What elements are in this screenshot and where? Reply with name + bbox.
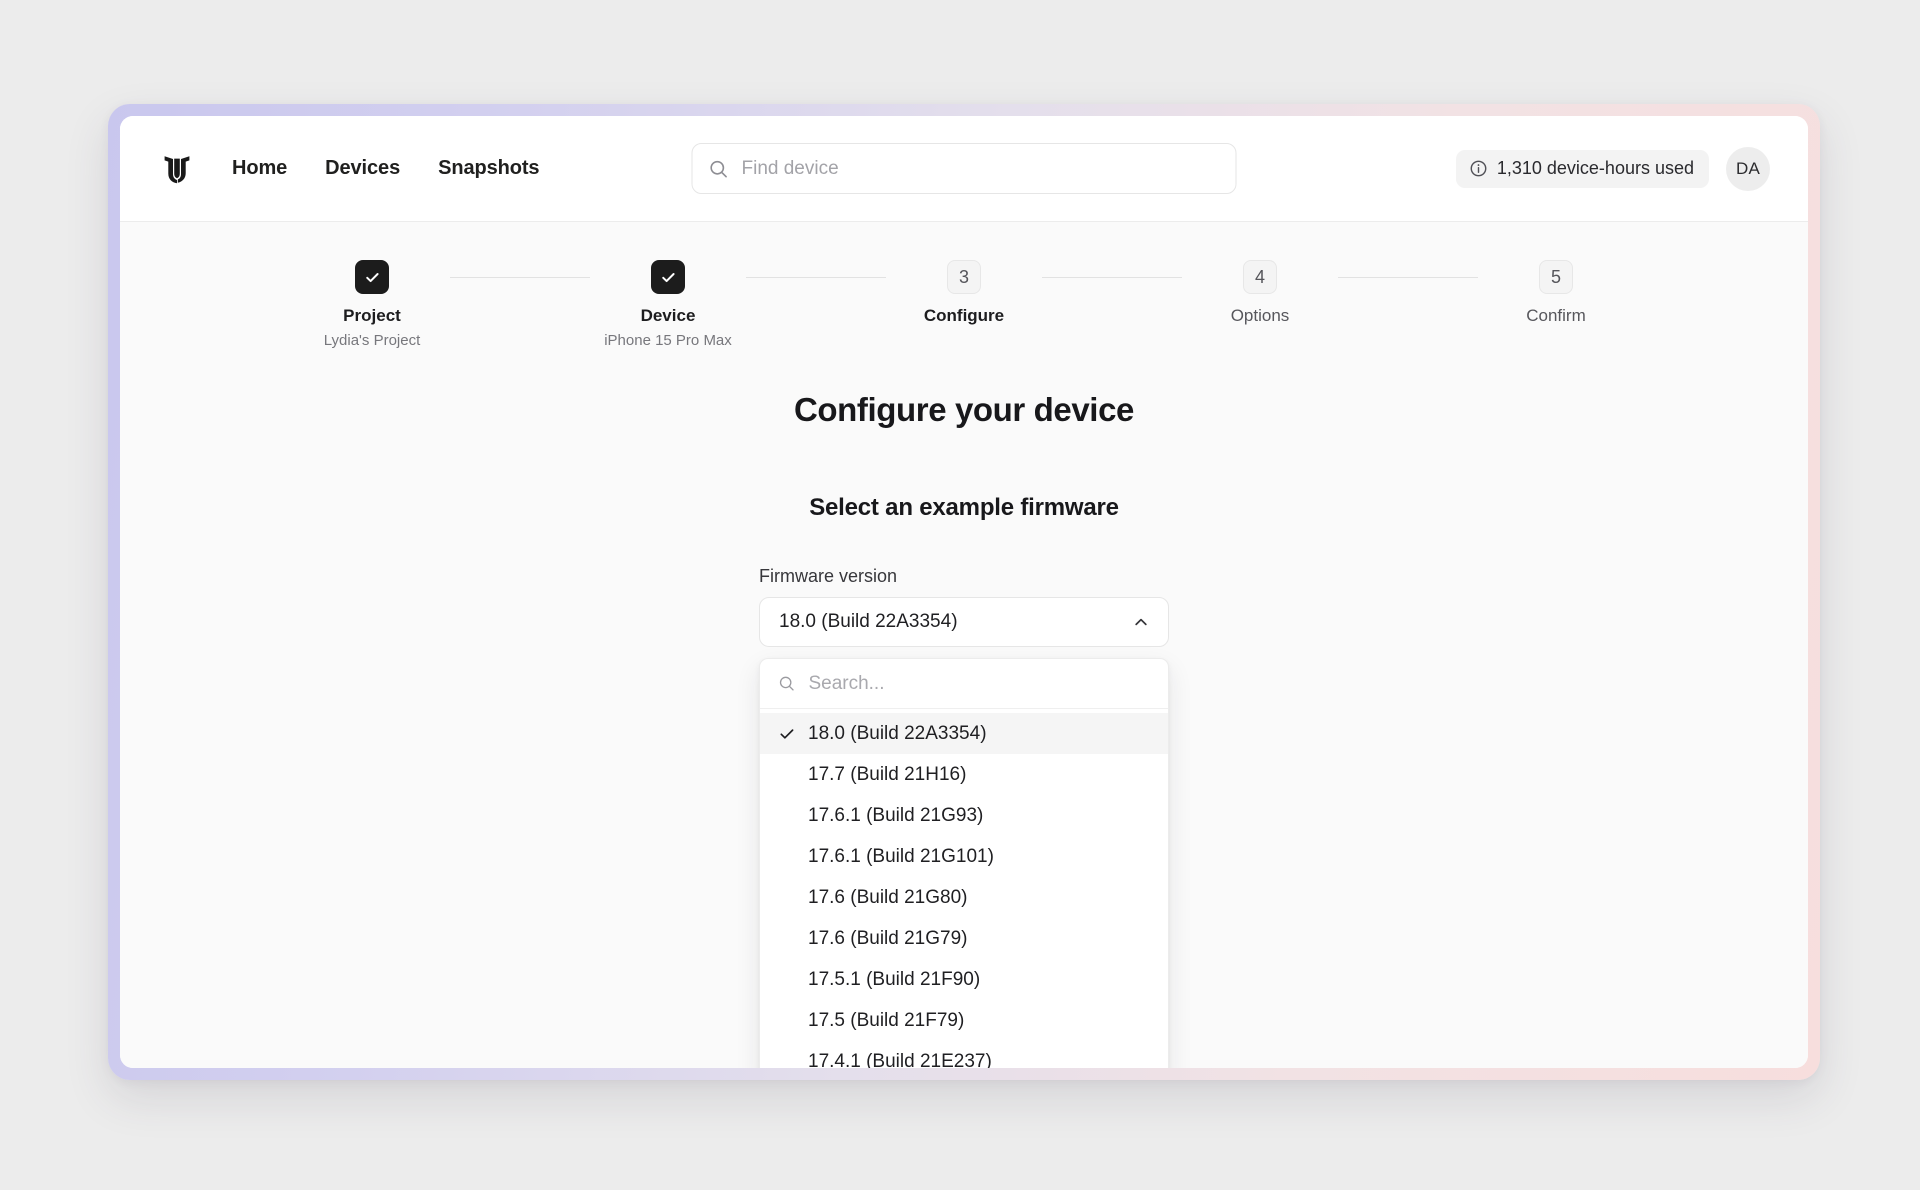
firmware-dropdown-search-input[interactable] (808, 672, 1152, 695)
stepper-step-confirm-indicator[interactable]: 5 (1539, 260, 1573, 294)
firmware-option[interactable]: 18.0 (Build 22A3354) (760, 713, 1168, 754)
firmware-version-label: Firmware version (759, 566, 898, 586)
firmware-option-label: 17.7 (Build 21H16) (808, 763, 967, 785)
firmware-option[interactable]: 17.5 (Build 21F79) (760, 1000, 1168, 1041)
stepper-step-configure[interactable]: 3 Configure (886, 260, 1042, 326)
stepper-connector-3 (1042, 277, 1182, 278)
stepper-connector-4 (1338, 277, 1478, 278)
firmware-dropdown-list[interactable]: 18.0 (Build 22A3354) 17.7 (Build 21H16) … (760, 709, 1168, 1068)
firmware-version-selected-value: 18.0 (Build 22A3354) (779, 611, 958, 632)
stepper-step-project-indicator[interactable] (355, 260, 389, 294)
firmware-option[interactable]: 17.4.1 (Build 21E237) (760, 1041, 1168, 1069)
topbar-right-cluster: 1,310 device-hours used DA (1455, 146, 1770, 191)
firmware-option-label: 17.6.1 (Build 21G93) (808, 804, 984, 826)
top-navigation-bar: Home Devices Snapshots Find device 1,310… (120, 116, 1808, 222)
stepper-connector-1 (450, 277, 590, 278)
avatar-initials: DA (1735, 158, 1761, 178)
firmware-option[interactable]: 17.7 (Build 21H16) (760, 754, 1168, 795)
firmware-option[interactable]: 17.6.1 (Build 21G101) (760, 836, 1168, 877)
stepper-step-configure-number: 3 (958, 266, 969, 287)
stepper-step-project-sublabel: Lydia's Project (323, 332, 421, 349)
search-icon (779, 676, 794, 691)
firmware-option-label: 17.5.1 (Build 21F90) (808, 968, 981, 990)
firmware-dropdown-search-box[interactable] (760, 659, 1168, 709)
check-icon (365, 272, 379, 282)
stepper-step-project[interactable]: Project Lydia's Project (294, 260, 450, 349)
check-icon (661, 272, 675, 282)
firmware-option[interactable]: 17.6 (Build 21G80) (760, 877, 1168, 918)
stepper-step-configure-indicator[interactable]: 3 (947, 260, 981, 294)
firmware-option[interactable]: 17.6 (Build 21G79) (760, 918, 1168, 959)
app-window-frame: Home Devices Snapshots Find device 1,310… (108, 104, 1820, 1080)
stepper-step-confirm[interactable]: 5 Confirm (1478, 260, 1634, 326)
stepper-step-project-label: Project (343, 306, 401, 325)
main-content: Project Lydia's Project Device iPhone 15… (120, 222, 1808, 1068)
stepper-step-device-label: Device (640, 306, 696, 325)
nav-link-home[interactable]: Home (232, 157, 287, 180)
stepper-step-confirm-number: 5 (1550, 266, 1561, 287)
device-hours-label: 1,310 device-hours used (1496, 158, 1694, 178)
firmware-option[interactable]: 17.5.1 (Build 21F90) (760, 959, 1168, 1000)
avatar[interactable]: DA (1726, 146, 1770, 191)
wizard-stepper: Project Lydia's Project Device iPhone 15… (120, 222, 1808, 349)
stepper-step-device[interactable]: Device iPhone 15 Pro Max (590, 260, 746, 349)
stepper-step-options-number: 4 (1254, 266, 1265, 287)
stepper-step-options-label: Options (1230, 306, 1290, 325)
stepper-step-configure-label: Configure (923, 306, 1005, 325)
device-search-box[interactable] (691, 143, 1237, 194)
primary-nav-links: Home Devices Snapshots (232, 157, 540, 180)
stepper-step-options[interactable]: 4 Options (1182, 260, 1338, 326)
info-circle-icon (1470, 160, 1487, 177)
firmware-version-dropdown: 18.0 (Build 22A3354) 17.7 (Build 21H16) … (759, 658, 1169, 1068)
firmware-option[interactable]: 17.6.1 (Build 21G93) (760, 795, 1168, 836)
device-search-input[interactable] (741, 157, 1220, 180)
stepper-step-options-indicator[interactable]: 4 (1243, 260, 1277, 294)
firmware-option-label: 17.6 (Build 21G80) (808, 886, 968, 908)
stepper-step-device-indicator[interactable] (651, 260, 685, 294)
device-hours-badge[interactable]: 1,310 device-hours used (1455, 149, 1709, 188)
firmware-option-label: 18.0 (Build 22A3354) (808, 722, 987, 744)
stepper-step-device-sublabel: iPhone 15 Pro Max (604, 332, 732, 349)
firmware-version-select[interactable]: 18.0 (Build 22A3354) (759, 597, 1169, 647)
firmware-version-field: Firmware version 18.0 (Build 22A3354) Se… (759, 566, 1169, 1068)
nav-link-devices[interactable]: Devices (325, 157, 400, 180)
firmware-option-label: 17.5 (Build 21F79) (808, 1009, 965, 1031)
device-search (691, 143, 1237, 194)
check-icon (780, 728, 794, 739)
chevron-up-icon[interactable] (1131, 612, 1151, 632)
section-title: Select an example firmware (809, 494, 1119, 521)
app-window: Home Devices Snapshots Find device 1,310… (120, 116, 1808, 1068)
stepper-connector-2 (746, 277, 886, 278)
firmware-option-label: 17.6 (Build 21G79) (808, 927, 968, 949)
corellium-logo-icon[interactable] (160, 152, 194, 186)
page-title: Configure your device (793, 391, 1134, 428)
search-icon (710, 160, 727, 178)
firmware-option-label: 17.4.1 (Build 21E237) (808, 1050, 992, 1069)
nav-link-snapshots[interactable]: Snapshots (438, 157, 539, 180)
stepper-step-confirm-label: Confirm (1526, 306, 1586, 325)
firmware-option-label: 17.6.1 (Build 21G101) (808, 845, 994, 867)
check-slot (778, 725, 808, 743)
